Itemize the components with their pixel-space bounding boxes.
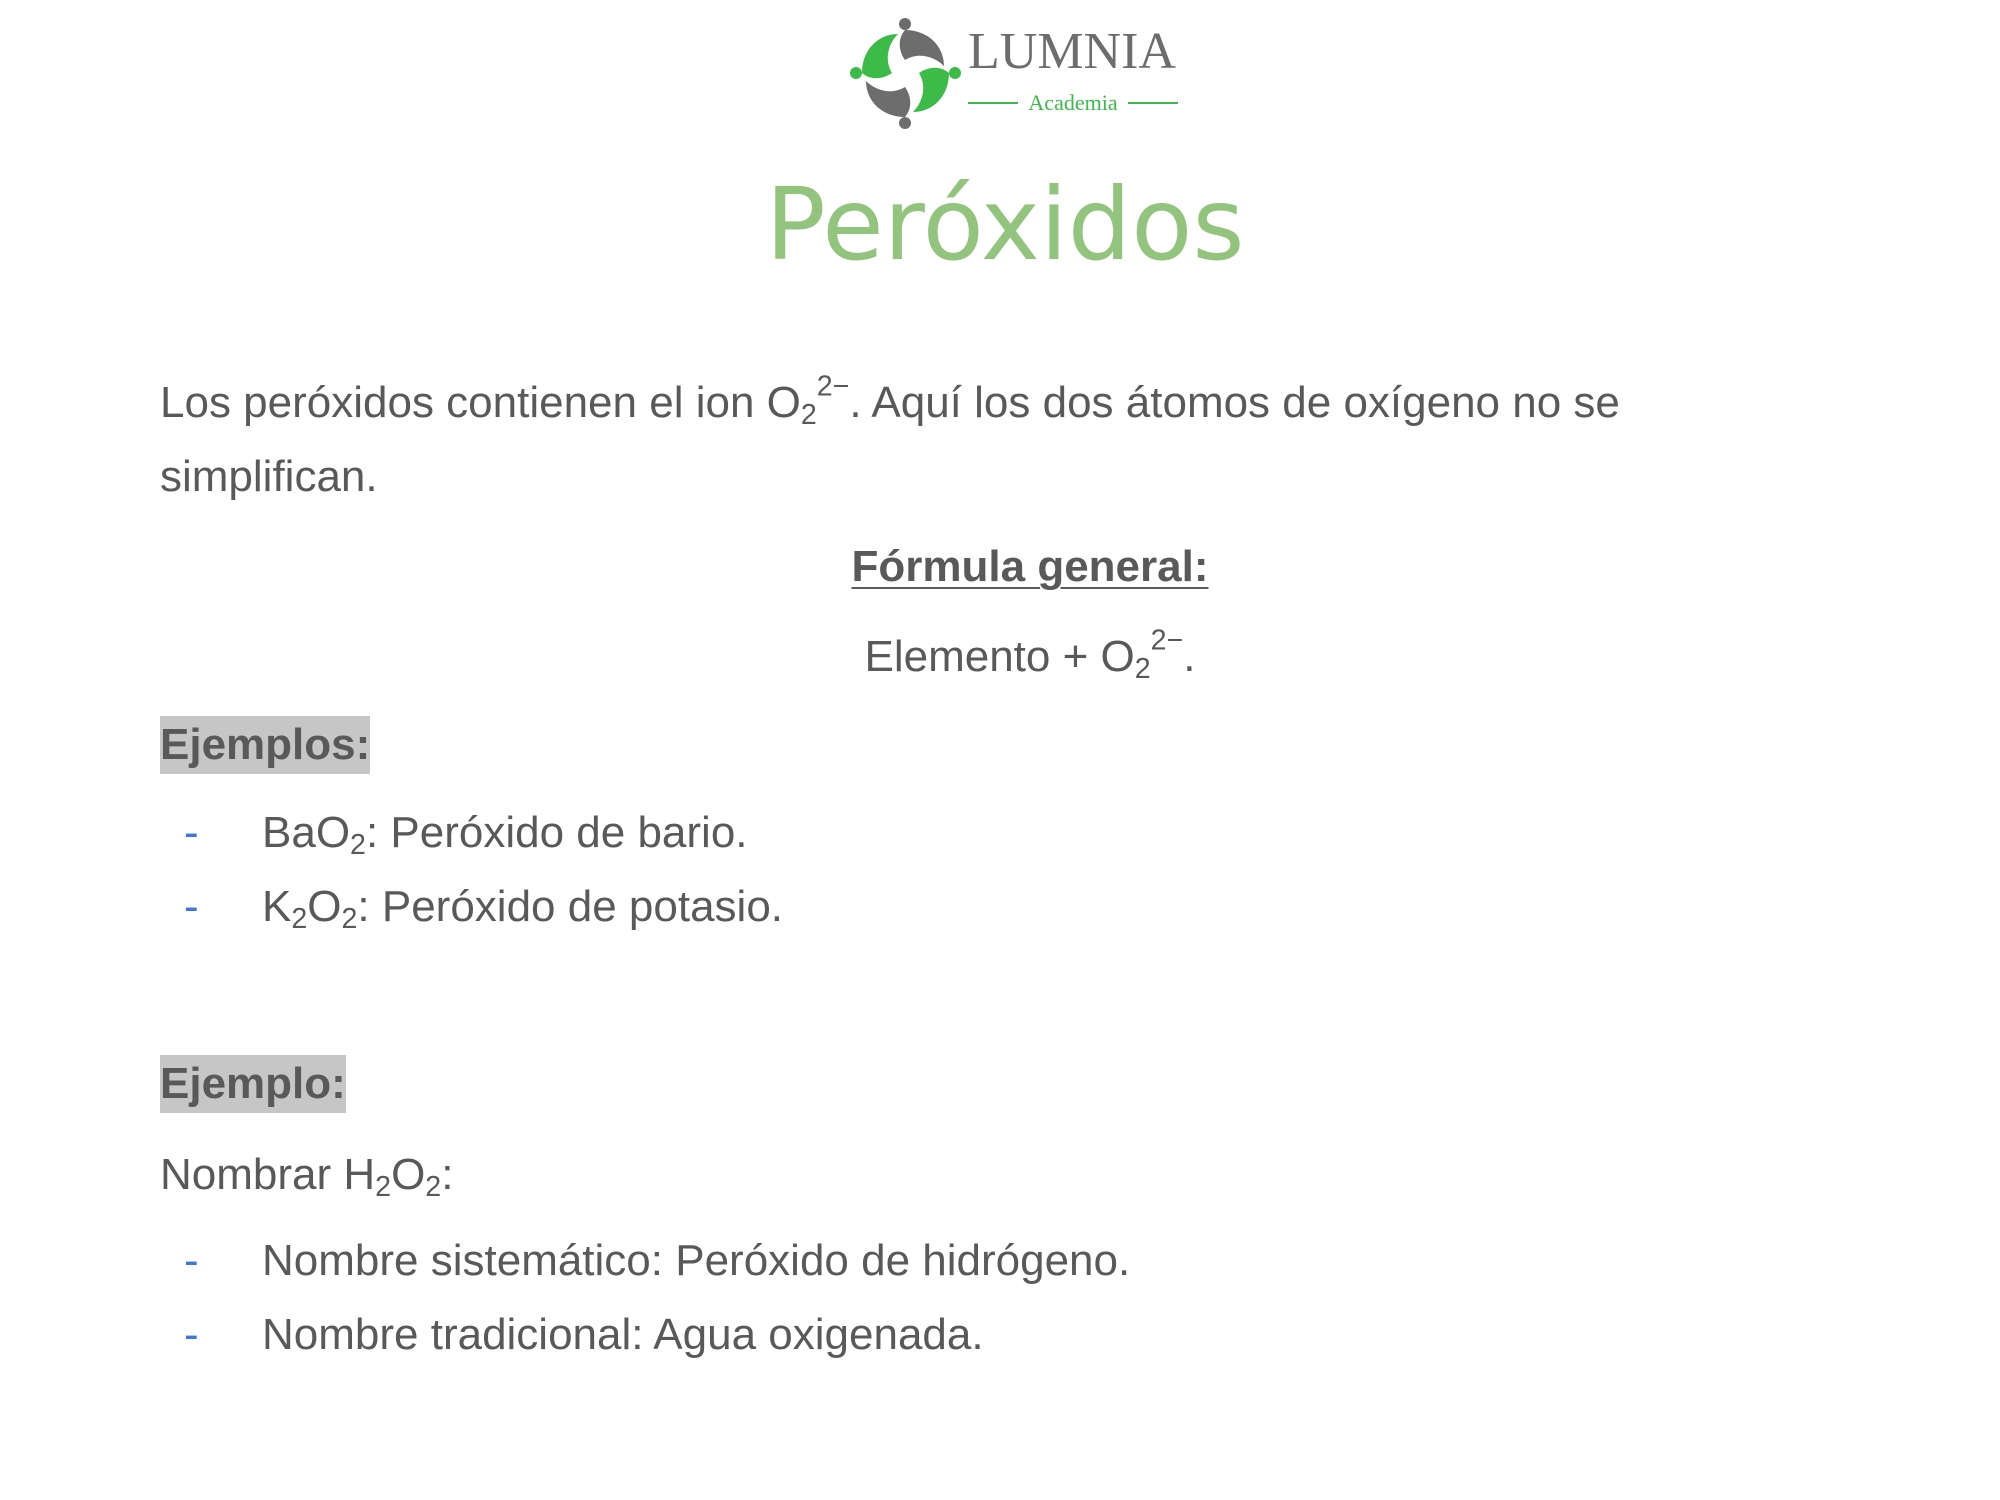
formula-superscript: 2− [1150,624,1184,657]
naming-prompt: Nombrar H2O2: [160,1138,453,1212]
example-label: Ejemplo: [160,1055,346,1113]
intro-paragraph: Los peróxidos contienen el ion O22−. Aqu… [160,366,1800,514]
list-item: - BaO2: Peróxido de bario. [160,796,783,870]
logo-subtitle-text: Academia [1028,90,1118,115]
traditional-name: Nombre tradicional: Agua oxigenada. [262,1310,984,1359]
formula-period: . [1183,632,1196,681]
intro-ion-subscript: 2 [800,399,817,432]
names-list: - Nombre sistemático: Peróxido de hidróg… [160,1224,1130,1372]
document-page: LUMNIA Academia Peróxidos Los peróxidos … [0,0,2000,1500]
naming-prompt-colon: : [441,1150,454,1199]
example-description: : Peróxido de bario. [365,808,748,857]
lumnia-logo: LUMNIA Academia [848,16,1179,131]
naming-prompt-text: Nombrar H [160,1150,376,1199]
example-subscript: 2 [291,903,308,936]
example-formula: K [262,882,292,931]
intro-text-start: Los peróxidos contienen el ion O [160,378,801,427]
examples-list: - BaO2: Peróxido de bario. - K2O2: Peróx… [160,796,783,944]
formula-subscript: 2 [1134,653,1151,686]
naming-subscript-1: 2 [375,1171,392,1204]
example-formula-part2: O [307,882,342,931]
example-formula: BaO [262,808,351,857]
logo-rule-right [1127,102,1179,104]
logo-rule-left [968,102,1019,104]
formula-text: Elemento + O [864,632,1135,681]
example-subscript-2: 2 [341,903,358,936]
example-description: : Peróxido de potasio. [357,882,784,931]
list-dash: - [184,808,199,857]
systematic-name: Nombre sistemático: Peróxido de hidrógen… [262,1236,1131,1285]
list-item: - K2O2: Peróxido de potasio. [160,870,783,944]
list-dash: - [184,882,199,931]
page-title: Peróxidos [765,166,1245,283]
intro-ion-superscript: 2− [816,370,850,403]
logo-subtitle: Academia [968,90,1179,116]
naming-subscript-2: 2 [425,1171,442,1204]
example-subscript: 2 [350,829,366,862]
naming-prompt-o: O [391,1150,426,1199]
logo-name: LUMNIA [968,23,1176,80]
formula-line: Elemento + O22−. [0,620,2000,694]
list-item: - Nombre sistemático: Peróxido de hidróg… [160,1224,1130,1298]
list-item: - Nombre tradicional: Agua oxigenada. [160,1298,1130,1372]
lumnia-logo-mark-icon [850,18,961,129]
formula-heading: Fórmula general: [851,542,1209,591]
examples-label: Ejemplos: [160,716,371,774]
list-dash: - [184,1310,199,1359]
list-dash: - [184,1236,199,1285]
